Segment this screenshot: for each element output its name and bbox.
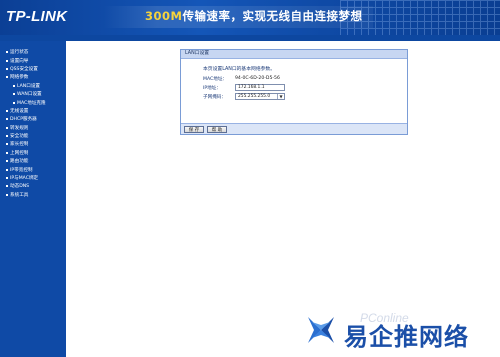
sidebar-menu: 运行状态设置向导 QSS安全设置 网络参数 LAN口设置 WAN口设置 MAC地址克隆无线… — [6, 48, 66, 199]
router-admin-page: TP-LINK 300M传输速率，实现无线自由连接梦想 运行状态设置向导 QSS安… — [0, 0, 500, 357]
sidebar-item[interactable]: 运行状态 — [6, 48, 66, 56]
sidebar-item[interactable]: 上网控制 — [6, 149, 66, 157]
lan-settings-panel: LAN口设置 本页设置LAN口的基本网络参数。 MAC地址： 94-0C-6D-… — [180, 49, 408, 135]
save-button[interactable]: 保 存 — [184, 126, 204, 133]
ip-label: IP地址： — [203, 85, 221, 91]
sidebar-item-label: QSS安全设置 — [10, 66, 38, 72]
sidebar-item[interactable]: 转发规则 — [6, 124, 66, 132]
bullet-icon — [6, 109, 8, 112]
sidebar-item[interactable]: 无线设置 — [6, 107, 66, 115]
help-button[interactable]: 帮 助 — [207, 126, 227, 133]
slogan-speed: 300M — [145, 9, 183, 23]
sidebar-item[interactable]: 动态DNS — [6, 182, 66, 190]
ip-row: IP地址： 172.168.1.1 — [203, 83, 285, 92]
sidebar-item-label: 路由功能 — [10, 159, 29, 165]
sidebar-item-label: 安全功能 — [10, 134, 29, 140]
sidebar-item-label: 上网控制 — [10, 150, 29, 156]
sidebar-item[interactable]: 设置向导 — [6, 56, 66, 64]
sidebar-item-label: 动态DNS — [10, 184, 30, 190]
bullet-icon — [6, 185, 8, 188]
main-content: LAN口设置 本页设置LAN口的基本网络参数。 MAC地址： 94-0C-6D-… — [66, 41, 500, 357]
bullet-icon — [6, 135, 8, 138]
bullet-icon — [13, 84, 15, 87]
chevron-down-icon[interactable]: ▼ — [277, 94, 284, 99]
sidebar-item-label: 无线设置 — [10, 108, 29, 114]
sidebar-item[interactable]: IP带宽控制 — [6, 165, 66, 173]
sidebar: 运行状态设置向导 QSS安全设置 网络参数 LAN口设置 WAN口设置 MAC地址克隆无线… — [0, 41, 66, 357]
bullet-icon — [13, 101, 15, 104]
bullet-icon — [6, 151, 8, 154]
sidebar-item[interactable]: 家长控制 — [6, 140, 66, 148]
ip-address-input[interactable]: 172.168.1.1 — [235, 84, 285, 91]
panel-description: 本页设置LAN口的基本网络参数。 — [203, 67, 276, 72]
tp-link-logo: TP-LINK — [6, 8, 68, 25]
bullet-icon — [6, 177, 8, 180]
mac-value: 94-0C-6D-20-D5-56 — [235, 76, 280, 81]
sidebar-item-label: 网络参数 — [10, 75, 29, 81]
sidebar-item[interactable]: 网络参数 — [6, 73, 66, 81]
sidebar-item-label: 运行状态 — [10, 50, 29, 56]
sidebar-item-label: 转发规则 — [10, 125, 29, 131]
sidebar-item-label: DHCP服务器 — [10, 117, 37, 123]
button-bar: 保 存 帮 助 — [181, 123, 407, 134]
sidebar-item[interactable]: QSS安全设置 — [6, 65, 66, 73]
sidebar-item-label: LAN口设置 — [17, 83, 41, 89]
sidebar-item-label: 家长控制 — [10, 142, 29, 148]
bullet-icon — [13, 93, 15, 96]
subnet-mask-select[interactable]: 255.255.255.0 ▼ — [235, 93, 285, 100]
mask-row: 子网掩码： 255.255.255.0 ▼ — [203, 92, 285, 101]
sidebar-item[interactable]: IP与MAC绑定 — [6, 174, 66, 182]
bullet-icon — [6, 118, 8, 121]
sidebar-item-label: IP带宽控制 — [10, 167, 33, 173]
bullet-icon — [6, 160, 8, 163]
mac-label: MAC地址： — [203, 76, 228, 82]
bullet-icon — [6, 67, 8, 70]
sidebar-item[interactable]: LAN口设置 — [6, 82, 66, 90]
watermark-text: 易企推网络 — [344, 322, 469, 351]
sidebar-item-label: WAN口设置 — [17, 92, 42, 98]
sidebar-item-label: IP与MAC绑定 — [10, 176, 39, 182]
bullet-icon — [6, 51, 8, 54]
sidebar-item[interactable]: 路由功能 — [6, 157, 66, 165]
bullet-icon — [6, 193, 8, 196]
sidebar-item[interactable]: 系统工具 — [6, 191, 66, 199]
sidebar-item-label: 设置向导 — [10, 58, 29, 64]
sidebar-item-label: 系统工具 — [10, 192, 29, 198]
slogan-text: 传输速率，实现无线自由连接梦想 — [182, 9, 363, 23]
sidebar-item-label: MAC地址克隆 — [17, 100, 46, 106]
header-banner: TP-LINK 300M传输速率，实现无线自由连接梦想 — [0, 0, 500, 35]
mac-row: MAC地址： 94-0C-6D-20-D5-56 — [203, 74, 280, 83]
bullet-icon — [6, 168, 8, 171]
panel-title: LAN口设置 — [181, 50, 407, 59]
header-slogan: 300M传输速率，实现无线自由连接梦想 — [145, 8, 362, 24]
bullet-icon — [6, 76, 8, 79]
mask-label: 子网掩码： — [203, 94, 226, 100]
sidebar-item[interactable]: 安全功能 — [6, 132, 66, 140]
butterfly-logo-icon — [308, 317, 334, 343]
bullet-icon — [6, 126, 8, 129]
sidebar-item[interactable]: MAC地址克隆 — [6, 98, 66, 106]
sidebar-item[interactable]: WAN口设置 — [6, 90, 66, 98]
sidebar-item[interactable]: DHCP服务器 — [6, 115, 66, 123]
subnet-mask-value: 255.255.255.0 — [238, 94, 271, 99]
bullet-icon — [6, 59, 8, 62]
bullet-icon — [6, 143, 8, 146]
